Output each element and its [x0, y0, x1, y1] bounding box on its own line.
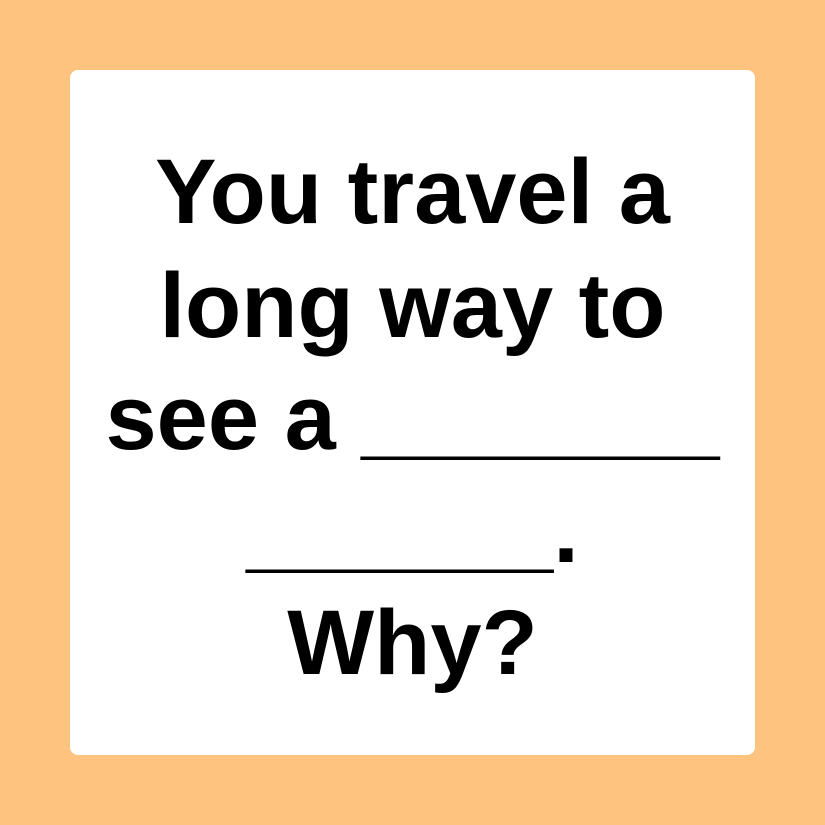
prompt-line: long way to [159, 255, 666, 357]
prompt-line: ______. [246, 480, 579, 582]
prompt-question: Why? [287, 592, 538, 694]
prompt-line: You travel a [155, 141, 670, 243]
prompt-line: see a _______ [105, 367, 720, 469]
